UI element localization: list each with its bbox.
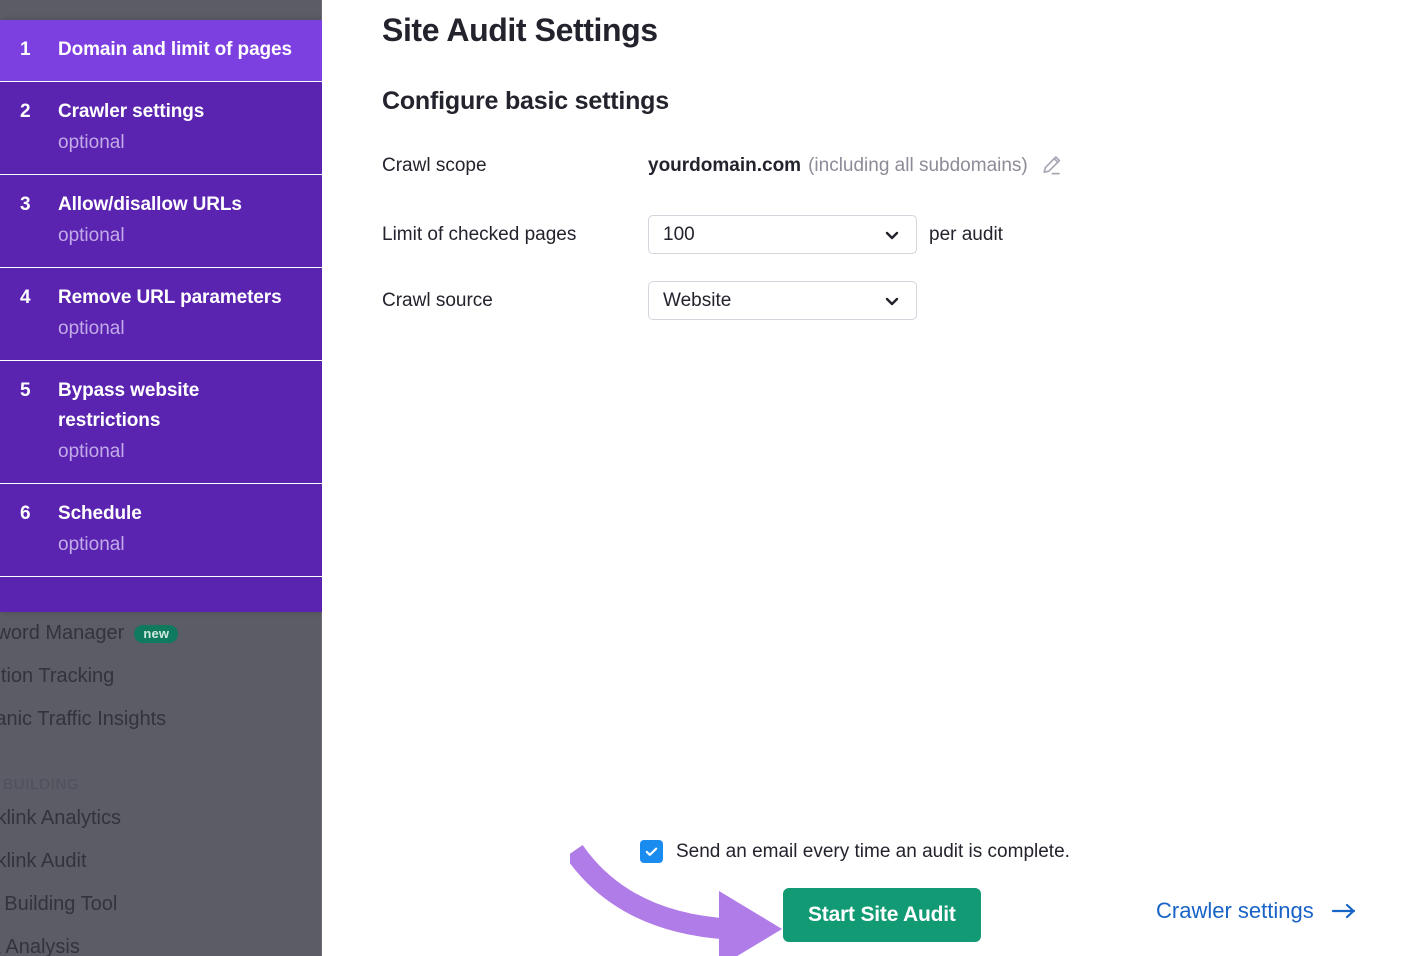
- limit-pages-label: Limit of checked pages: [382, 224, 648, 246]
- step-body: Allow/disallow URLsoptional: [58, 190, 306, 251]
- sidebar-item[interactable]: Bulk Analysis: [0, 926, 322, 956]
- limit-pages-suffix: per audit: [929, 224, 1003, 246]
- sidebar-item[interactable]: Backlink Analytics: [0, 797, 322, 840]
- step-optional-label: optional: [58, 127, 306, 158]
- step-body: Domain and limit of pages: [58, 35, 306, 65]
- step-title: Domain and limit of pages: [58, 35, 306, 65]
- step-optional-label: optional: [58, 436, 306, 467]
- step-title: Bypass website restrictions: [58, 376, 306, 436]
- sidebar-item[interactable]: Organic Traffic Insights: [0, 698, 322, 741]
- settings-steps-panel: 1Domain and limit of pages2Crawler setti…: [0, 20, 322, 612]
- start-site-audit-button[interactable]: Start Site Audit: [783, 888, 981, 942]
- email-notification-checkbox[interactable]: [640, 840, 663, 863]
- step-optional-label: optional: [58, 529, 306, 560]
- sidebar-item[interactable]: Backlink Audit: [0, 840, 322, 883]
- step-body: Remove URL parametersoptional: [58, 283, 306, 344]
- step-title: Allow/disallow URLs: [58, 190, 306, 220]
- sidebar-item[interactable]: Position Tracking: [0, 655, 322, 698]
- crawl-scope-row: Crawl scope yourdomain.com (including al…: [382, 154, 1063, 178]
- sidebar-item-label: Backlink Audit: [0, 850, 87, 873]
- step-title: Schedule: [58, 499, 306, 529]
- section-title: Configure basic settings: [382, 87, 669, 116]
- step-number: 4: [16, 283, 58, 344]
- crawler-settings-link[interactable]: Crawler settings: [1156, 898, 1357, 924]
- arrow-right-icon: [1331, 901, 1357, 921]
- limit-pages-value: 100: [663, 224, 695, 246]
- email-notification-row: Send an email every time an audit is com…: [640, 840, 1070, 863]
- step-number: 6: [16, 499, 58, 560]
- site-audit-settings-screen: Keyword Manager new Position Tracking Organ…: [0, 0, 1401, 956]
- sidebar-item[interactable]: Keyword Manager new: [0, 612, 322, 655]
- step-number: 5: [16, 376, 58, 467]
- crawl-source-select[interactable]: Website: [648, 281, 917, 320]
- crawl-scope-domain: yourdomain.com: [648, 155, 801, 177]
- crawler-settings-link-label: Crawler settings: [1156, 898, 1314, 924]
- sidebar-item[interactable]: Link Building Tool: [0, 883, 322, 926]
- step-optional-label: optional: [58, 220, 306, 251]
- sidebar-spacer: [0, 741, 322, 755]
- crawl-scope-label: Crawl scope: [382, 155, 648, 177]
- settings-step-3[interactable]: 3Allow/disallow URLsoptional: [0, 175, 322, 268]
- settings-step-6[interactable]: 6Scheduleoptional: [0, 484, 322, 577]
- settings-step-5[interactable]: 5Bypass website restrictionsoptional: [0, 361, 322, 484]
- step-title: Remove URL parameters: [58, 283, 306, 313]
- step-number: 3: [16, 190, 58, 251]
- new-badge: new: [134, 625, 178, 643]
- main-content: Site Audit Settings Configure basic sett…: [322, 0, 1401, 956]
- step-body: Bypass website restrictionsoptional: [58, 376, 306, 467]
- crawl-scope-note: (including all subdomains): [808, 155, 1028, 177]
- sidebar-item-label: Backlink Analytics: [0, 807, 121, 830]
- chevron-down-icon: [882, 291, 902, 311]
- step-optional-label: optional: [58, 313, 306, 344]
- crawl-source-label: Crawl source: [382, 290, 648, 312]
- step-body: Scheduleoptional: [58, 499, 306, 560]
- settings-step-1[interactable]: 1Domain and limit of pages: [0, 20, 322, 82]
- chevron-down-icon: [882, 225, 902, 245]
- sidebar-item-label: Keyword Manager: [0, 622, 124, 645]
- crawl-source-value: Website: [663, 290, 731, 312]
- sidebar-item-label: Link Building Tool: [0, 893, 117, 916]
- crawl-source-row: Crawl source Website: [382, 281, 917, 320]
- step-number: 1: [16, 35, 58, 65]
- settings-step-2[interactable]: 2Crawler settingsoptional: [0, 82, 322, 175]
- sidebar-item-label: Organic Traffic Insights: [0, 708, 166, 731]
- email-notification-label: Send an email every time an audit is com…: [676, 841, 1070, 863]
- limit-pages-row: Limit of checked pages 100 per audit: [382, 215, 1003, 254]
- sidebar-item-label: Bulk Analysis: [0, 936, 80, 956]
- limit-pages-select[interactable]: 100: [648, 215, 917, 254]
- pencil-icon[interactable]: [1039, 154, 1063, 178]
- settings-step-4[interactable]: 4Remove URL parametersoptional: [0, 268, 322, 361]
- app-sidebar-items: Keyword Manager new Position Tracking Organ…: [0, 612, 322, 956]
- page-title: Site Audit Settings: [382, 12, 658, 49]
- step-number: 2: [16, 97, 58, 158]
- sidebar-section-heading: LINK BUILDING: [0, 755, 322, 797]
- step-body: Crawler settingsoptional: [58, 97, 306, 158]
- sidebar-item-label: Position Tracking: [0, 665, 114, 688]
- step-title: Crawler settings: [58, 97, 306, 127]
